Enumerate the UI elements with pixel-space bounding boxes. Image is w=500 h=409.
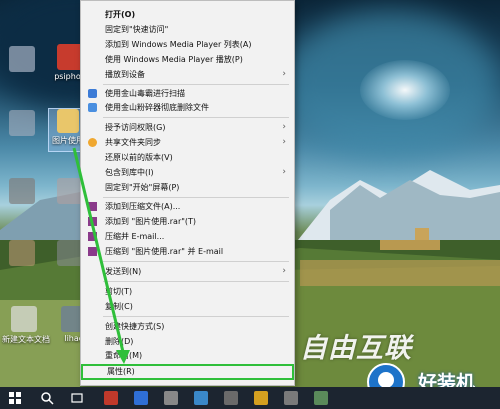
menu-separator bbox=[103, 84, 289, 85]
folder-icon bbox=[57, 109, 79, 133]
desktop-icon-blurred-2[interactable] bbox=[2, 110, 42, 138]
menu-item-kingsoft-shred[interactable]: 使用金山粉碎器彻底删除文件 bbox=[81, 101, 294, 114]
menu-item-add-to-rar[interactable]: 添加到 "图片使用.rar"(T) bbox=[81, 215, 294, 228]
context-menu: 打开(O) 固定到"快速访问" 添加到 Windows Media Player… bbox=[80, 0, 295, 386]
taskbar-app-icon[interactable] bbox=[194, 391, 208, 405]
desktop-icon-caption: 新建文本文档 bbox=[2, 335, 50, 344]
text-document-icon bbox=[11, 306, 37, 332]
menu-item-pin-to-start[interactable]: 固定到"开始"屏幕(P) bbox=[81, 181, 294, 194]
menu-item-include-in-library[interactable]: 包含到库中(I) › bbox=[81, 166, 294, 179]
taskbar-app-icon[interactable] bbox=[164, 391, 178, 405]
menu-item-label: 重命名(M) bbox=[105, 351, 143, 360]
chevron-right-icon: › bbox=[282, 122, 286, 132]
menu-item-pin-quick-access[interactable]: 固定到"快速访问" bbox=[81, 23, 294, 36]
task-view-icon[interactable] bbox=[70, 391, 84, 405]
menu-item-label: 删除(D) bbox=[105, 337, 134, 346]
winrar-icon bbox=[88, 202, 97, 211]
menu-item-label: 固定到"快速访问" bbox=[105, 25, 169, 34]
menu-item-compress-to-rar-and-email[interactable]: 压缩到 "图片使用.rar" 并 E-mail bbox=[81, 245, 294, 258]
desktop-icon-blurred-3[interactable] bbox=[2, 178, 42, 206]
taskbar-app-icon[interactable] bbox=[104, 391, 118, 405]
menu-item-add-to-wmp-list[interactable]: 添加到 Windows Media Player 列表(A) bbox=[81, 38, 294, 51]
menu-item-label: 还原以前的版本(V) bbox=[105, 153, 173, 162]
menu-item-label: 发送到(N) bbox=[105, 267, 142, 276]
menu-item-cut[interactable]: 剪切(T) bbox=[81, 285, 294, 298]
menu-item-kingsoft-scan[interactable]: 使用金山毒霸进行扫描 bbox=[81, 87, 294, 100]
chevron-right-icon: › bbox=[282, 69, 286, 79]
menu-item-copy[interactable]: 复制(C) bbox=[81, 300, 294, 313]
winrar-icon bbox=[88, 217, 97, 226]
sync-icon bbox=[88, 138, 97, 147]
desktop-icon-blurred-5[interactable] bbox=[2, 240, 42, 268]
sky-glow bbox=[360, 60, 450, 120]
menu-item-label: 压缩并 E-mail... bbox=[105, 232, 165, 241]
menu-item-label: 创建快捷方式(S) bbox=[105, 322, 165, 331]
menu-item-send-to[interactable]: 发送到(N) › bbox=[81, 265, 294, 278]
menu-item-properties[interactable]: 属性(R) bbox=[81, 364, 294, 380]
menu-separator bbox=[103, 316, 289, 317]
castle-wall bbox=[380, 240, 440, 250]
menu-separator bbox=[103, 117, 289, 118]
menu-item-label: 共享文件夹同步 bbox=[105, 138, 161, 147]
winrar-icon bbox=[88, 247, 97, 256]
taskbar-app-icon[interactable] bbox=[134, 391, 148, 405]
menu-item-play-with-wmp[interactable]: 使用 Windows Media Player 播放(P) bbox=[81, 53, 294, 66]
menu-item-create-shortcut[interactable]: 创建快捷方式(S) bbox=[81, 320, 294, 333]
kingsoft-scan-icon bbox=[88, 89, 97, 98]
blurred-icon bbox=[9, 46, 35, 72]
menu-separator bbox=[103, 197, 289, 198]
taskbar bbox=[0, 387, 500, 409]
menu-item-compress-and-email[interactable]: 压缩并 E-mail... bbox=[81, 230, 294, 243]
menu-item-give-access[interactable]: 授予访问权限(G) › bbox=[81, 121, 294, 134]
menu-item-label: 使用金山毒霸进行扫描 bbox=[105, 89, 185, 98]
menu-item-rename[interactable]: 重命名(M) bbox=[81, 349, 294, 362]
blurred-icon bbox=[9, 240, 35, 266]
menu-item-shared-folder-sync[interactable]: 共享文件夹同步 › bbox=[81, 136, 294, 149]
menu-item-label: 添加到 Windows Media Player 列表(A) bbox=[105, 40, 252, 49]
menu-item-label: 包含到库中(I) bbox=[105, 168, 154, 177]
taskbar-app-icon[interactable] bbox=[284, 391, 298, 405]
menu-item-label: 固定到"开始"屏幕(P) bbox=[105, 183, 180, 192]
taskbar-app-icon[interactable] bbox=[224, 391, 238, 405]
menu-item-delete[interactable]: 删除(D) bbox=[81, 335, 294, 348]
chevron-right-icon: › bbox=[282, 167, 286, 177]
desktop-icon-new-text-document[interactable]: 新建文本文档 bbox=[2, 306, 50, 345]
menu-item-label: 压缩到 "图片使用.rar" 并 E-mail bbox=[105, 247, 224, 256]
blurred-icon bbox=[9, 178, 35, 204]
menu-item-label: 打开(O) bbox=[105, 10, 136, 19]
menu-item-label: 剪切(T) bbox=[105, 287, 133, 296]
menu-item-label: 使用 Windows Media Player 播放(P) bbox=[105, 55, 243, 64]
menu-item-label: 使用金山粉碎器彻底删除文件 bbox=[105, 103, 209, 112]
menu-item-open[interactable]: 打开(O) bbox=[81, 8, 294, 21]
menu-item-label: 添加到 "图片使用.rar"(T) bbox=[105, 217, 197, 226]
menu-item-label: 复制(C) bbox=[105, 302, 133, 311]
windows-start-icon[interactable] bbox=[8, 391, 22, 405]
kingsoft-shred-icon bbox=[88, 103, 97, 112]
menu-item-label: 授予访问权限(G) bbox=[105, 123, 166, 132]
chevron-right-icon: › bbox=[282, 137, 286, 147]
winrar-icon bbox=[88, 232, 97, 241]
chevron-right-icon: › bbox=[282, 266, 286, 276]
blurred-icon bbox=[9, 110, 35, 136]
menu-item-restore-previous-versions[interactable]: 还原以前的版本(V) bbox=[81, 151, 294, 164]
menu-item-add-to-archive[interactable]: 添加到压缩文件(A)... bbox=[81, 200, 294, 213]
menu-separator bbox=[103, 261, 289, 262]
taskbar-app-icon[interactable] bbox=[314, 391, 328, 405]
desktop-icon-blurred-1[interactable] bbox=[2, 46, 42, 74]
menu-separator bbox=[103, 281, 289, 282]
menu-item-label: 添加到压缩文件(A)... bbox=[105, 202, 181, 211]
search-icon[interactable] bbox=[40, 391, 54, 405]
menu-item-label: 播放到设备 bbox=[105, 70, 145, 79]
menu-item-label: 属性(R) bbox=[107, 367, 135, 376]
taskbar-app-icon[interactable] bbox=[254, 391, 268, 405]
menu-item-cast-to-device[interactable]: 播放到设备 › bbox=[81, 68, 294, 81]
